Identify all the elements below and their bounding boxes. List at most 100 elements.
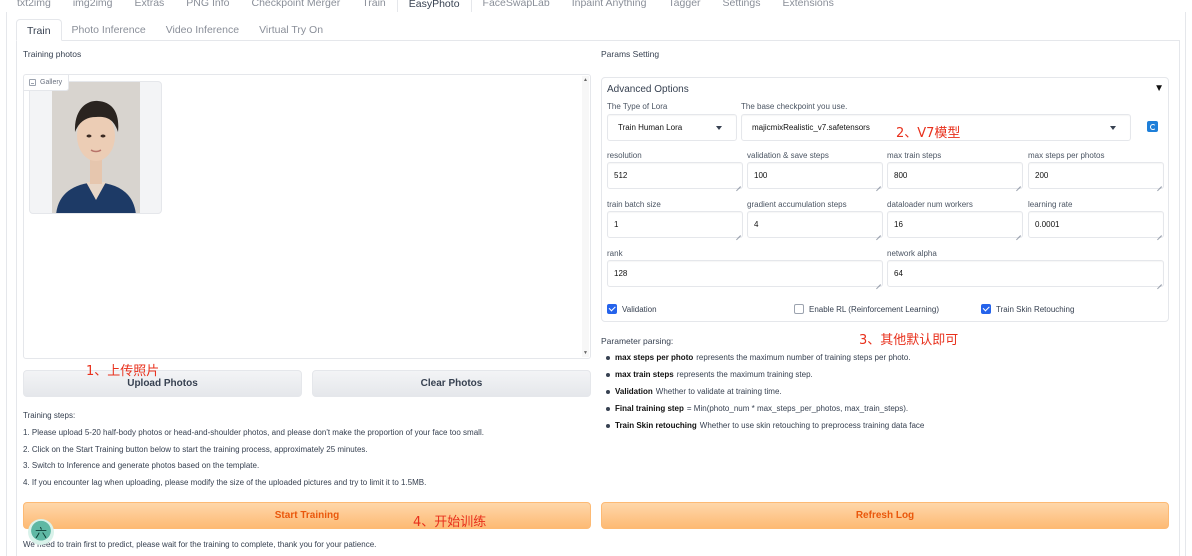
parse-term: Train Skin retouching: [615, 420, 697, 430]
resize-handle-icon[interactable]: [1156, 181, 1162, 187]
sub-tab-bar: Train Photo Inference Video Inference Vi…: [16, 19, 333, 41]
resize-handle-icon[interactable]: [1156, 279, 1162, 285]
learning-rate-value: 0.0001: [1035, 220, 1060, 229]
gallery-scrollbar[interactable]: ▲ ▼: [582, 76, 589, 357]
tab-extensions[interactable]: Extensions: [771, 0, 844, 12]
bullet-icon: [606, 407, 610, 412]
max-steps-per-photo-input[interactable]: 200: [1028, 162, 1164, 189]
rank-input[interactable]: 128: [607, 260, 883, 287]
resize-handle-icon[interactable]: [735, 230, 741, 236]
train-batch-size-label: train batch size: [607, 200, 661, 209]
subtab-photo-inference[interactable]: Photo Inference: [62, 19, 156, 41]
list-item: max train steps represents the maximum tr…: [606, 367, 924, 384]
tab-easyphoto[interactable]: EasyPhoto: [396, 0, 472, 12]
resize-handle-icon[interactable]: [1015, 230, 1021, 236]
clear-photos-button[interactable]: Clear Photos: [312, 370, 591, 397]
parse-desc: represents the maximum number of trainin…: [696, 353, 911, 362]
grad-accum-steps-label: gradient accumulation steps: [747, 200, 847, 209]
subtab-train[interactable]: Train: [16, 19, 62, 41]
skin-retouch-checkbox[interactable]: [981, 304, 991, 314]
resize-handle-icon[interactable]: [735, 181, 741, 187]
annotation-defaults: 3、其他默认即可: [859, 333, 959, 348]
parse-desc: = Min(photo_num * max_steps_per_photos, …: [686, 403, 909, 413]
max-steps-per-photo-value: 200: [1035, 171, 1049, 180]
portrait-image: [52, 82, 140, 213]
resize-handle-icon[interactable]: [875, 181, 881, 187]
grad-accum-steps-input[interactable]: 4: [747, 211, 883, 238]
resize-handle-icon[interactable]: [1015, 181, 1021, 187]
tab-img2img[interactable]: img2img: [62, 0, 124, 12]
learning-rate-input[interactable]: 0.0001: [1028, 211, 1164, 238]
scroll-up-icon[interactable]: ▲: [582, 76, 589, 84]
resolution-value: 512: [614, 171, 628, 180]
parse-term: max train steps: [615, 369, 674, 379]
chevron-down-icon: [716, 126, 722, 130]
photo-gallery[interactable]: Gallery ▲ ▼: [23, 74, 591, 359]
tab-txt2img[interactable]: txt2img: [6, 0, 62, 12]
image-icon: [29, 79, 36, 86]
tab-inpaint-anything[interactable]: Inpaint Anything: [561, 0, 658, 12]
val-save-steps-label: validation & save steps: [747, 151, 829, 160]
tab-checkpoint-merger[interactable]: Checkpoint Merger: [240, 0, 351, 12]
step-4: 4. If you encounter lag when uploading, …: [23, 478, 427, 488]
resize-handle-icon[interactable]: [1156, 230, 1162, 236]
resize-handle-icon[interactable]: [875, 230, 881, 236]
max-train-steps-input[interactable]: 800: [887, 162, 1023, 189]
parse-desc: represents the maximum training step.: [676, 369, 813, 379]
val-save-steps-input[interactable]: 100: [747, 162, 883, 189]
steps-title: Training steps:: [23, 411, 76, 420]
step-3: 3. Switch to Inference and generate phot…: [23, 461, 260, 471]
validation-checkbox[interactable]: [607, 304, 617, 314]
tab-tagger[interactable]: Tagger: [657, 0, 711, 12]
parse-desc: Whether to use skin retouching to prepro…: [699, 420, 925, 430]
refresh-icon[interactable]: [1147, 121, 1158, 132]
tab-settings[interactable]: Settings: [712, 0, 772, 12]
triangle-down-icon[interactable]: ▼: [1154, 83, 1164, 94]
refresh-log-button[interactable]: Refresh Log: [601, 502, 1169, 529]
tab-train[interactable]: Train: [351, 0, 397, 12]
parse-list: max steps per photo represents the maximu…: [606, 350, 924, 435]
top-tab-bar: txt2img img2img Extras PNG Info Checkpoi…: [6, 0, 845, 12]
checkpoint-label: The base checkpoint you use.: [741, 102, 848, 111]
bullet-icon: [606, 424, 610, 429]
subtab-video-inference[interactable]: Video Inference: [156, 19, 249, 41]
lora-type-select[interactable]: Train Human Lora: [607, 114, 737, 141]
gallery-label: Gallery: [40, 79, 63, 86]
photo-thumbnail[interactable]: [29, 81, 162, 214]
list-item: Final training step = Min(photo_num * max…: [606, 401, 924, 418]
tab-extras[interactable]: Extras: [124, 0, 176, 12]
resize-handle-icon[interactable]: [875, 279, 881, 285]
floating-assistant-badge[interactable]: 六: [28, 519, 54, 545]
grad-accum-steps-value: 4: [754, 220, 759, 229]
start-training-button[interactable]: Start Training: [23, 502, 591, 529]
max-train-steps-value: 800: [894, 171, 908, 180]
scroll-down-icon[interactable]: ▼: [582, 349, 589, 357]
step-2: 2. Click on the Start Training button be…: [23, 444, 368, 454]
list-item: Train Skin retouching Whether to use skin…: [606, 418, 924, 435]
resolution-input[interactable]: 512: [607, 162, 743, 189]
subtab-virtual-try-on[interactable]: Virtual Try On: [249, 19, 333, 41]
enable-rl-label: Enable RL (Reinforcement Learning): [809, 305, 939, 314]
parse-term: Validation: [615, 386, 653, 396]
train-batch-size-input[interactable]: 1: [607, 211, 743, 238]
checkpoint-value: majicmixRealistic_v7.safetensors: [752, 123, 870, 132]
upload-photos-button[interactable]: Upload Photos: [23, 370, 302, 397]
dataloader-workers-value: 16: [894, 220, 903, 229]
parse-desc: Whether to validate at training time.: [655, 386, 782, 396]
advanced-options-title[interactable]: Advanced Options: [607, 84, 689, 95]
enable-rl-checkbox[interactable]: [794, 304, 804, 314]
tab-faceswaplab[interactable]: FaceSwapLab: [472, 0, 561, 12]
parse-term: max steps per photo: [615, 353, 694, 362]
dataloader-workers-input[interactable]: 16: [887, 211, 1023, 238]
tab-png-info[interactable]: PNG Info: [175, 0, 240, 12]
network-alpha-label: network alpha: [887, 249, 937, 258]
max-steps-per-photo-label: max steps per photos: [1028, 151, 1105, 160]
lora-type-value: Train Human Lora: [618, 123, 683, 132]
network-alpha-value: 64: [894, 269, 903, 278]
params-setting-label: Params Setting: [601, 49, 660, 59]
training-steps: Training steps: 1. Please upload 5-20 ha…: [23, 408, 484, 492]
parse-title: Parameter parsing:: [601, 336, 674, 346]
parse-term: Final training step: [615, 403, 684, 413]
network-alpha-input[interactable]: 64: [887, 260, 1164, 287]
train-batch-size-value: 1: [614, 220, 619, 229]
